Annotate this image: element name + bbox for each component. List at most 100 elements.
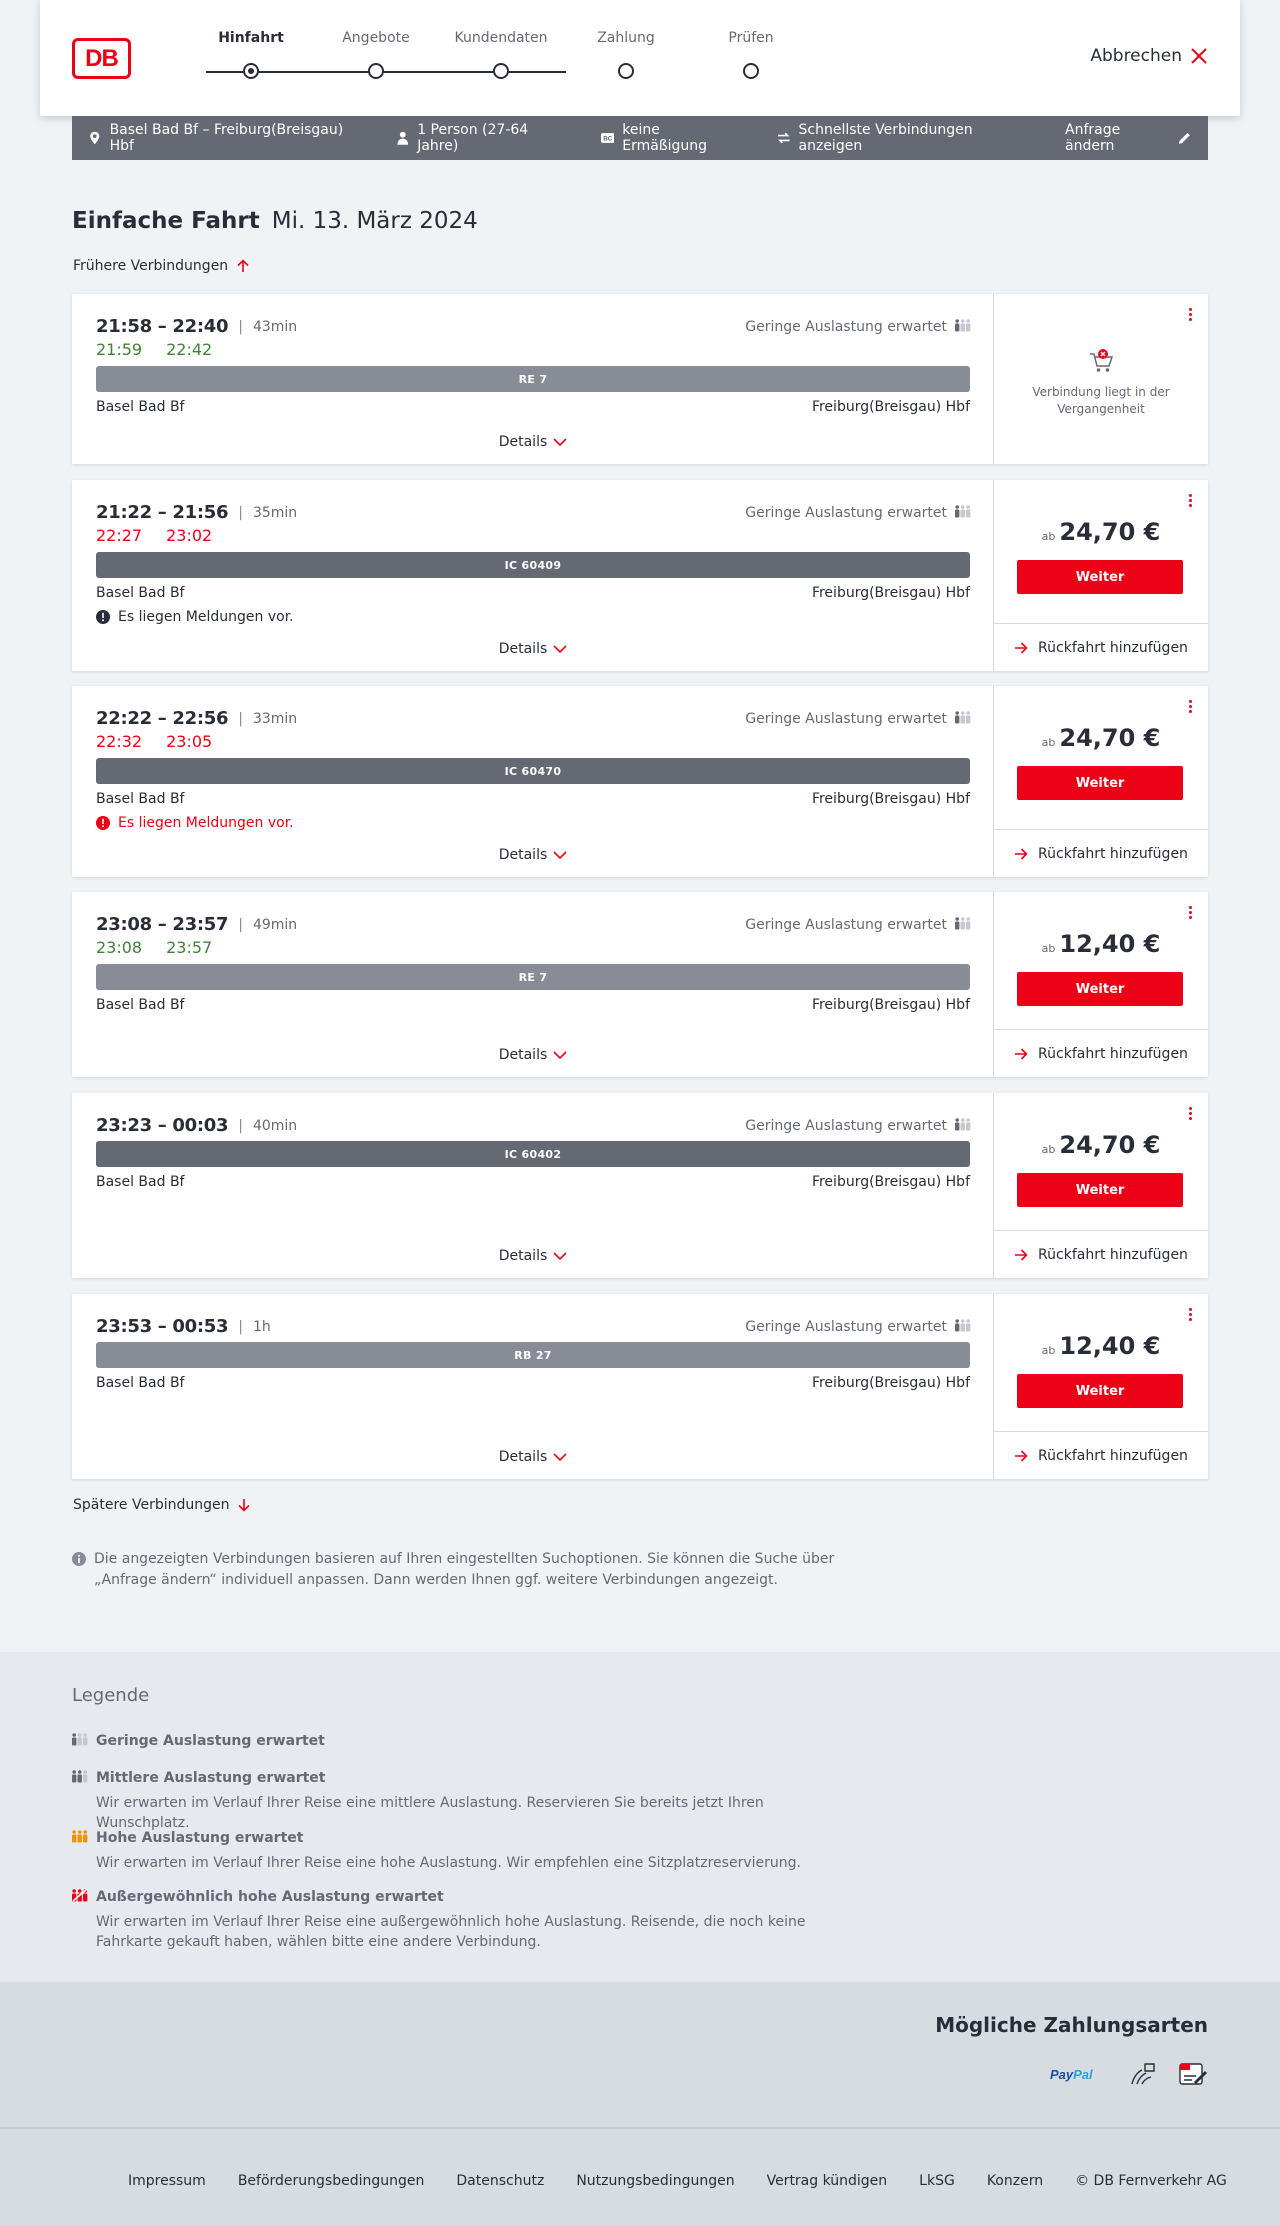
add-return-trip-button[interactable]: Rückfahrt hinzufügen — [994, 1029, 1208, 1077]
details-label: Details — [498, 847, 548, 863]
continue-button[interactable]: Weiter — [1017, 1173, 1183, 1207]
connection-card[interactable]: 23:53 – 00:53 | 1h Geringe Auslastung er… — [72, 1294, 1208, 1479]
details-toggle[interactable]: Details — [72, 1449, 994, 1465]
connection-card[interactable]: 23:08 – 23:57 | 49min 23:08 23:57 Gering… — [72, 892, 1208, 1077]
bahncard-icon: BC — [600, 133, 615, 143]
planned-times: 23:53 – 00:53 — [96, 1316, 229, 1337]
train-bar[interactable]: IC 60402 — [96, 1141, 970, 1167]
details-toggle[interactable]: Details — [72, 847, 994, 863]
stepper-line — [206, 71, 566, 73]
realtime-departure: 23:08 — [96, 938, 143, 957]
footer-link-datenschutz[interactable]: Datenschutz — [456, 2173, 544, 2189]
cancel-button[interactable]: Abbrechen — [1090, 46, 1208, 66]
legend-item-medium: Mittlere Auslastung erwartet Wir erwarte… — [72, 1769, 856, 1833]
continue-button[interactable]: Weiter — [1017, 560, 1183, 594]
add-return-trip-label: Rückfahrt hinzufügen — [1038, 1447, 1188, 1464]
connection-main: 22:22 – 22:56 | 33min 22:32 23:05 Gering… — [72, 686, 994, 877]
realtime-departure: 22:32 — [96, 732, 143, 751]
later-connections-link[interactable]: Spätere Verbindungen — [73, 1497, 251, 1513]
connection-card[interactable]: 22:22 – 22:56 | 33min 22:32 23:05 Gering… — [72, 686, 1208, 877]
cart-unavailable-icon — [1090, 349, 1114, 372]
chevron-down-icon — [553, 1252, 567, 1261]
price-prefix: ab — [1041, 530, 1056, 543]
connection-main: 23:23 – 00:03 | 40min Geringe Auslastung… — [72, 1093, 994, 1278]
booking-stepper: Hinfahrt Angebote Kundendaten Zahlung Pr… — [180, 30, 774, 90]
more-options-icon[interactable] — [1186, 1107, 1194, 1125]
summary-mode: Schnellste Verbindungen anzeigen — [777, 122, 1033, 154]
legend-item-text: Wir erwarten im Verlauf Ihrer Reise eine… — [96, 1914, 806, 1950]
connection-main: 23:53 – 00:53 | 1h Geringe Auslastung er… — [72, 1294, 994, 1479]
continue-button[interactable]: Weiter — [1017, 972, 1183, 1006]
db-logo[interactable]: DB — [72, 38, 131, 79]
details-label: Details — [498, 434, 548, 450]
occupancy-text: Geringe Auslastung erwartet — [745, 1319, 947, 1335]
details-toggle[interactable]: Details — [72, 1248, 994, 1264]
step-hinfahrt: Hinfahrt — [191, 30, 311, 79]
details-toggle[interactable]: Details — [72, 1047, 994, 1063]
price-prefix: ab — [1041, 1143, 1056, 1156]
footer-link-impressum[interactable]: Impressum — [128, 2173, 206, 2189]
footer-link-nutzungsbedingungen[interactable]: Nutzungsbedingungen — [576, 2173, 734, 2189]
more-options-icon[interactable] — [1186, 1308, 1194, 1326]
separator: | — [238, 318, 243, 335]
discount-text: keine Ermäßigung — [622, 122, 708, 154]
train-bar[interactable]: RB 27 — [96, 1342, 970, 1368]
legend-section: Legende Geringe Auslastung erwartet Mitt… — [0, 1652, 1280, 1982]
more-options-icon[interactable] — [1186, 906, 1194, 924]
continue-button[interactable]: Weiter — [1017, 1374, 1183, 1408]
realtime-arrival: 23:02 — [166, 526, 213, 545]
add-return-trip-label: Rückfahrt hinzufügen — [1038, 639, 1188, 656]
connection-card[interactable]: 23:23 – 00:03 | 40min Geringe Auslastung… — [72, 1093, 1208, 1278]
route-text: Basel Bad Bf – Freiburg(Breisgau) Hbf — [109, 122, 344, 154]
copyright: © DB Fernverkehr AG — [1075, 2173, 1227, 2189]
connection-card[interactable]: 21:58 – 22:40 | 43min 21:59 22:42 Gering… — [72, 294, 1208, 464]
message-text: Es liegen Meldungen vor. — [118, 609, 294, 625]
train-bar[interactable]: RE 7 — [96, 964, 970, 990]
footer-link-vertrag-kuendigen[interactable]: Vertrag kündigen — [767, 2173, 888, 2189]
price-value: 24,70 € — [1059, 724, 1161, 752]
more-options-icon[interactable] — [1186, 700, 1194, 718]
details-label: Details — [498, 1047, 548, 1063]
connection-message[interactable]: Es liegen Meldungen vor. — [96, 609, 294, 625]
occupancy-low-icon — [955, 1117, 971, 1135]
price-value: 12,40 € — [1059, 930, 1161, 958]
search-info-note: Die angezeigten Verbindungen basieren au… — [72, 1549, 852, 1591]
more-options-icon[interactable] — [1186, 308, 1194, 326]
planned-times: 21:58 – 22:40 — [96, 316, 229, 337]
footer-link-befoerderungsbedingungen[interactable]: Beförderungsbedingungen — [238, 2173, 425, 2189]
train-bar[interactable]: IC 60470 — [96, 758, 970, 784]
footer-link-konzern[interactable]: Konzern — [987, 2173, 1043, 2189]
stations: Basel Bad Bf Freiburg(Breisgau) Hbf — [96, 1174, 970, 1190]
step-pruefen: Prüfen — [691, 30, 811, 79]
stations: Basel Bad Bf Freiburg(Breisgau) Hbf — [96, 791, 970, 807]
earlier-connections-link[interactable]: Frühere Verbindungen — [73, 258, 250, 274]
duration: 43min — [252, 318, 298, 335]
connection-offer: ab 24,70 € Weiter Rückfahrt hinzufügen — [994, 1093, 1208, 1278]
details-toggle[interactable]: Details — [72, 641, 994, 657]
connection-message[interactable]: Es liegen Meldungen vor. — [96, 815, 294, 831]
alert-icon — [96, 610, 110, 624]
add-return-trip-button[interactable]: Rückfahrt hinzufügen — [994, 1230, 1208, 1278]
change-request-button[interactable]: Anfrage ändern — [1065, 122, 1192, 154]
connection-offer: ab 12,40 € Weiter Rückfahrt hinzufügen — [994, 892, 1208, 1077]
details-toggle[interactable]: Details — [72, 434, 994, 450]
departure-station: Basel Bad Bf — [96, 399, 185, 415]
chevron-down-icon — [553, 438, 567, 447]
add-return-trip-button[interactable]: Rückfahrt hinzufügen — [994, 623, 1208, 671]
train-bar[interactable]: RE 7 — [96, 366, 970, 392]
duration: 1h — [252, 1318, 271, 1335]
details-label: Details — [498, 1248, 548, 1264]
continue-button[interactable]: Weiter — [1017, 766, 1183, 800]
footer-link-lksg[interactable]: LkSG — [919, 2173, 955, 2189]
more-options-icon[interactable] — [1186, 494, 1194, 512]
train-bar[interactable]: IC 60409 — [96, 552, 970, 578]
realtime-times: 22:32 23:05 — [96, 732, 231, 751]
arrival-station: Freiburg(Breisgau) Hbf — [811, 1174, 970, 1190]
occupancy-high-icon — [72, 1829, 88, 1847]
add-return-trip-button[interactable]: Rückfahrt hinzufügen — [994, 1431, 1208, 1479]
add-return-trip-button[interactable]: Rückfahrt hinzufügen — [994, 829, 1208, 877]
connection-card[interactable]: 21:22 – 21:56 | 35min 22:27 23:02 Gering… — [72, 480, 1208, 671]
step-label: Kundendaten — [454, 30, 548, 46]
summary-route: Basel Bad Bf – Freiburg(Breisgau) Hbf — [88, 122, 364, 154]
alert-icon — [96, 816, 110, 830]
